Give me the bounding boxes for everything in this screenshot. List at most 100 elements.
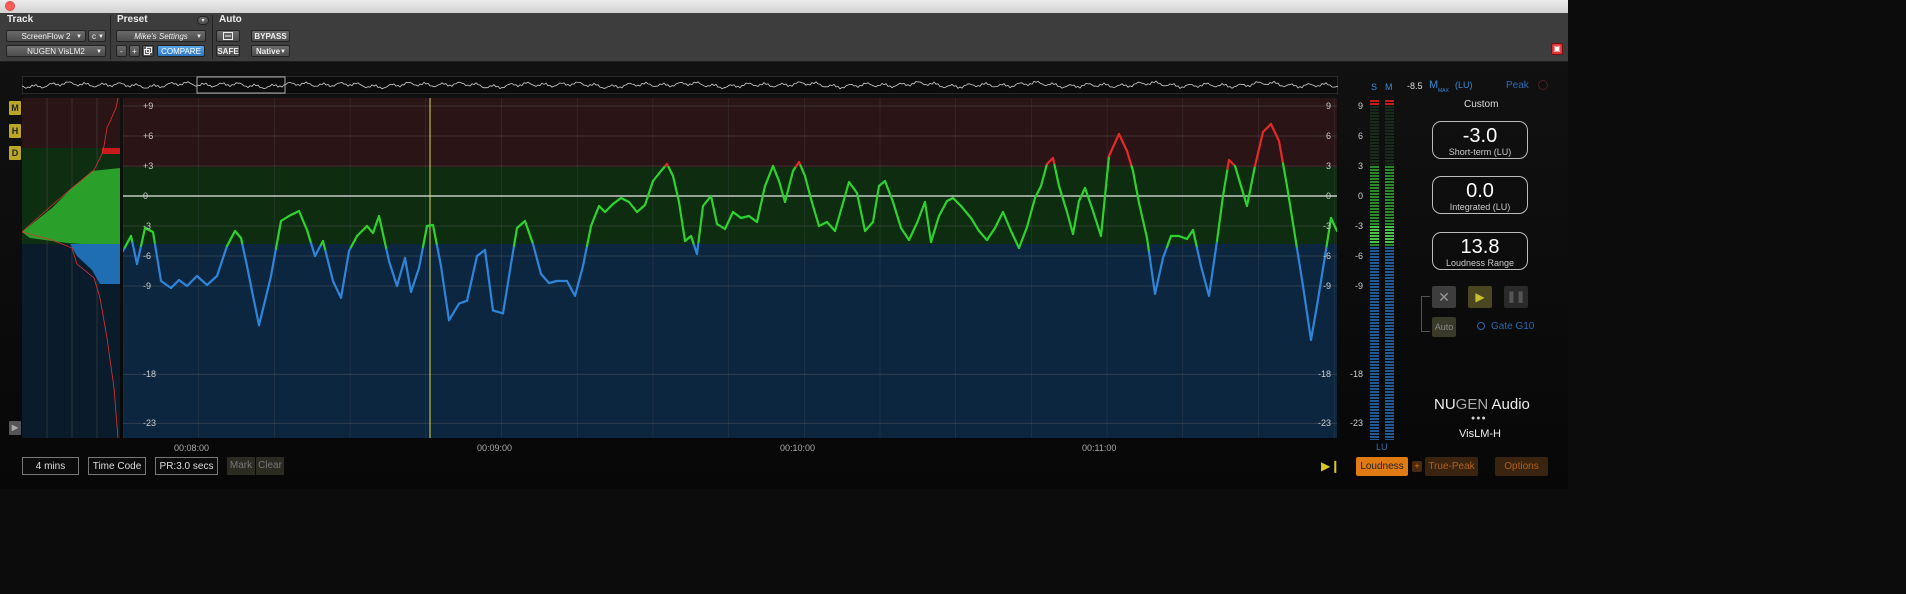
loudness-history-plot[interactable]: +9 +6 +3 0 -3 -6 -9 -18 -23 9 6 3 0 -3 -6 -9 -18 -23: [123, 98, 1337, 438]
meter-segment: [1385, 304, 1394, 306]
meter-segment: [1370, 193, 1379, 195]
meter-segment: [1385, 292, 1394, 294]
preset-menu-icon[interactable]: ▾: [197, 16, 209, 25]
track-selector[interactable]: ScreenFlow 2 ▼: [6, 30, 86, 42]
meter-segment: [1370, 163, 1379, 165]
loudness-curve-segment: [677, 200, 682, 213]
gate-label: Gate G10: [1491, 321, 1535, 332]
meter-segment: [1370, 124, 1379, 126]
mmax-value: -8.5: [1407, 81, 1423, 91]
meter-segment: [1370, 400, 1379, 402]
loudness-range-readout: 13.8 Loudness Range: [1432, 232, 1528, 270]
copy-icon: [144, 47, 152, 55]
loudness-button[interactable]: Loudness: [1356, 457, 1408, 476]
side-button-d[interactable]: D: [9, 146, 21, 160]
peak-indicator-icon[interactable]: [1538, 80, 1548, 90]
clear-button[interactable]: Clear: [256, 457, 284, 475]
meter-segment: [1370, 127, 1379, 129]
meter-segment: [1370, 256, 1379, 258]
meter-segment: [1370, 364, 1379, 366]
y-tick-label-right: -3: [1323, 221, 1331, 231]
loudness-curve-segment: [1071, 224, 1076, 236]
track-channel: c: [92, 32, 96, 41]
play-icon[interactable]: ▶: [1468, 286, 1492, 308]
waveform-overview[interactable]: [22, 76, 1338, 94]
y-tick-label-right: -9: [1323, 281, 1331, 291]
automation-window-button[interactable]: [216, 30, 240, 42]
auto-button[interactable]: Auto: [1432, 317, 1456, 337]
mark-button[interactable]: Mark: [227, 457, 255, 475]
side-button-m[interactable]: M: [9, 101, 21, 115]
add-mode-button[interactable]: +: [1412, 461, 1422, 472]
meter-segment: [1385, 328, 1394, 330]
loudness-curve-segment: [1131, 169, 1136, 181]
meter-segment: [1370, 154, 1379, 156]
loudness-curve-segment: [697, 228, 702, 244]
meter-segment: [1385, 340, 1394, 342]
plugin-selector[interactable]: NUGEN VisLM2 ▼: [6, 45, 106, 57]
meter-segment: [1385, 250, 1394, 252]
meter-segment: [1385, 259, 1394, 261]
gate-radio-icon[interactable]: [1477, 322, 1485, 330]
loudness-curve-segment: [923, 200, 928, 214]
meter-segment: [1370, 379, 1379, 381]
native-label: Native: [256, 47, 281, 56]
time-label-1100: 00:11:00: [1082, 443, 1117, 453]
y-tick-label-right: 6: [1326, 131, 1331, 141]
meter-segment: [1385, 436, 1394, 438]
time-window-selector[interactable]: 4 mins: [22, 457, 79, 475]
meter-segment: [1385, 238, 1394, 240]
meter-segment: [1370, 331, 1379, 333]
meter-segment: [1370, 115, 1379, 117]
reset-icon[interactable]: ✕: [1432, 286, 1456, 308]
meter-segment: [1385, 283, 1394, 285]
plugin-close-icon[interactable]: ▣: [1551, 43, 1563, 55]
meter-segment: [1370, 286, 1379, 288]
meter-segment: [1385, 178, 1394, 180]
meter-segment: [1370, 235, 1379, 237]
previous-preset-button[interactable]: -: [116, 45, 127, 57]
loudness-curve-segment: [876, 184, 881, 197]
meter-segment: [1385, 139, 1394, 141]
track-channel-selector[interactable]: c ▼: [88, 30, 106, 42]
options-button[interactable]: Options: [1495, 457, 1548, 476]
meter-segment: [1370, 367, 1379, 369]
bypass-button[interactable]: BYPASS: [251, 30, 290, 42]
compare-button[interactable]: COMPARE: [157, 45, 205, 57]
meter-segment: [1385, 277, 1394, 279]
preset-selector[interactable]: Mike's Settings ▼: [116, 30, 206, 42]
meter-segment: [1385, 151, 1394, 153]
meter-segment: [1370, 211, 1379, 213]
meter-segment: [1385, 370, 1394, 372]
meter-segment: [1370, 166, 1379, 168]
skip-to-end-icon[interactable]: ▶❙: [1321, 459, 1340, 473]
meter-segment: [1370, 187, 1379, 189]
window-titlebar: [0, 0, 1568, 14]
meter-segment: [1370, 358, 1379, 360]
meter-segment: [1385, 358, 1394, 360]
meter-segment: [1370, 157, 1379, 159]
meter-segment: [1370, 346, 1379, 348]
true-peak-button[interactable]: True-Peak: [1425, 457, 1478, 476]
meter-segment: [1385, 439, 1394, 440]
safe-button[interactable]: SAFE: [216, 45, 240, 57]
meter-segment: [1370, 268, 1379, 270]
next-preset-button[interactable]: +: [129, 45, 140, 57]
meter-segment: [1370, 238, 1379, 240]
loudness-range-label: Loudness Range: [1445, 258, 1515, 268]
time-code-selector[interactable]: Time Code: [88, 457, 146, 475]
side-button-h[interactable]: H: [9, 124, 21, 138]
pr-selector[interactable]: PR:3.0 secs: [155, 457, 218, 475]
meter-segment: [1370, 142, 1379, 144]
y-tick-label-right: -18: [1318, 369, 1331, 379]
loudness-curve-segment: [679, 210, 684, 223]
meter-segment: [1370, 100, 1379, 102]
copy-settings-button[interactable]: [142, 45, 154, 57]
pause-icon[interactable]: ❚❚: [1504, 286, 1528, 308]
meter-segment: [1385, 265, 1394, 267]
meter-segment: [1385, 124, 1394, 126]
close-window-button[interactable]: [5, 1, 15, 11]
native-selector[interactable]: Native ▼: [251, 45, 290, 57]
meter-segment: [1385, 262, 1394, 264]
play-side-icon[interactable]: ▶: [9, 421, 21, 435]
